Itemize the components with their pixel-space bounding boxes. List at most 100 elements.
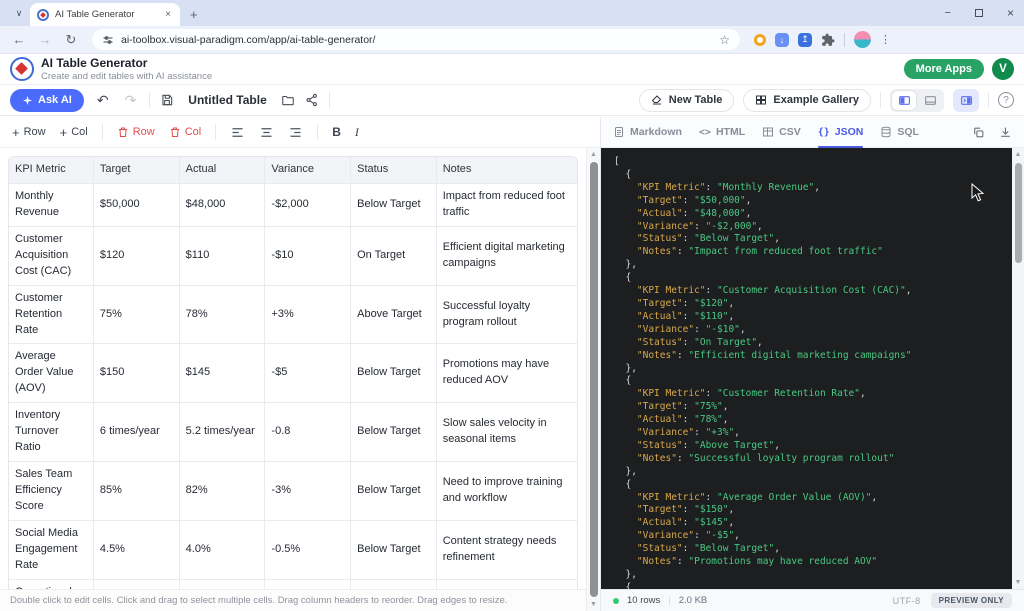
tab-sql[interactable]: SQL (880, 117, 919, 148)
scroll-down-icon[interactable]: ▼ (1015, 576, 1022, 589)
table-cell[interactable]: $110 (180, 227, 266, 286)
delete-row-button[interactable]: Row (117, 126, 155, 138)
table-cell[interactable]: Sales Team Efficiency Score (9, 462, 94, 521)
table-cell[interactable]: Average Order Value (AOV) (9, 344, 94, 403)
column-header[interactable]: KPI Metric (9, 157, 94, 184)
browser-tab[interactable]: AI Table Generator × (30, 3, 180, 26)
save-icon[interactable] (160, 93, 174, 107)
table-cell[interactable]: 90% (94, 580, 180, 589)
copy-icon[interactable] (972, 126, 985, 139)
redo-icon[interactable]: ↷ (122, 92, 140, 109)
document-title[interactable]: Untitled Table (188, 93, 266, 107)
table-cell[interactable]: 82% (180, 462, 266, 521)
table-cell[interactable]: -2% (265, 580, 351, 589)
table-cell[interactable]: 4.5% (94, 521, 180, 580)
ask-ai-button[interactable]: Ask AI (10, 89, 84, 112)
italic-button[interactable]: I (355, 125, 359, 140)
scroll-up-icon[interactable]: ▲ (590, 148, 597, 161)
table-cell[interactable]: Social Media Engagement Rate (9, 521, 94, 580)
table-cell[interactable]: -$2,000 (265, 184, 351, 227)
window-close-button[interactable]: × (1007, 6, 1014, 20)
table-cell[interactable]: $145 (180, 344, 266, 403)
extension-download-icon[interactable]: ↓ (775, 33, 789, 47)
table-cell[interactable]: +3% (265, 286, 351, 345)
table-cell[interactable]: 6 times/year (94, 403, 180, 462)
window-maximize-button[interactable] (975, 9, 983, 17)
forward-icon[interactable]: → (34, 32, 56, 47)
table-cell[interactable]: Above Target (351, 286, 437, 345)
table-cell[interactable]: Below Target (351, 462, 437, 521)
more-apps-button[interactable]: More Apps (904, 59, 984, 79)
align-left-icon[interactable] (230, 125, 245, 140)
table-cell[interactable]: -0.5% (265, 521, 351, 580)
add-row-button[interactable]: +Row (12, 125, 46, 140)
table-cell[interactable]: 75% (94, 286, 180, 345)
column-header[interactable]: Status (351, 157, 437, 184)
share-icon[interactable] (305, 93, 319, 107)
tab-search-chevron-icon[interactable]: ∨ (8, 2, 30, 24)
table-cell[interactable]: -$10 (265, 227, 351, 286)
kpi-table[interactable]: KPI MetricTargetActualVarianceStatusNote… (8, 156, 578, 589)
tab-close-icon[interactable]: × (163, 9, 173, 20)
new-table-button[interactable]: New Table (639, 89, 735, 112)
table-cell[interactable]: 4.0% (180, 521, 266, 580)
align-center-icon[interactable] (259, 125, 274, 140)
table-cell[interactable]: $120 (94, 227, 180, 286)
table-cell[interactable]: -0.8 (265, 403, 351, 462)
table-cell[interactable]: Below Target (351, 580, 437, 589)
site-settings-icon[interactable] (102, 34, 114, 46)
tab-csv[interactable]: CSV (762, 117, 801, 148)
column-header[interactable]: Target (94, 157, 180, 184)
table-cell[interactable]: Efficient digital marketing campaigns (437, 227, 577, 286)
table-cell[interactable]: Customer Retention Rate (9, 286, 94, 345)
table-scrollbar[interactable]: ▲ ▼ (586, 148, 600, 611)
split-horizontal-button[interactable] (918, 91, 942, 110)
scroll-down-icon[interactable]: ▼ (590, 598, 597, 611)
table-cell[interactable]: Operational Efficiency Score (9, 580, 94, 589)
align-right-icon[interactable] (288, 125, 303, 140)
column-header[interactable]: Actual (180, 157, 266, 184)
extension-ring-icon[interactable] (754, 34, 766, 46)
table-cell[interactable]: Slow sales velocity in seasonal items (437, 403, 577, 462)
browser-profile-avatar[interactable] (854, 31, 871, 48)
scrollbar-thumb[interactable] (1015, 163, 1022, 263)
url-text[interactable]: ai-toolbox.visual-paradigm.com/app/ai-ta… (121, 34, 712, 46)
scrollbar-thumb[interactable] (590, 162, 598, 597)
bookmark-star-icon[interactable]: ☆ (719, 33, 730, 47)
table-cell[interactable]: Inventory Turnover Ratio (9, 403, 94, 462)
undo-icon[interactable]: ↶ (94, 92, 112, 109)
user-avatar[interactable]: V (992, 58, 1014, 80)
window-minimize-button[interactable]: − (945, 7, 951, 19)
add-col-button[interactable]: +Col (60, 125, 88, 140)
table-cell[interactable]: Customer Acquisition Cost (CAC) (9, 227, 94, 286)
table-cell[interactable]: Successful loyalty program rollout (437, 286, 577, 345)
scroll-up-icon[interactable]: ▲ (1015, 148, 1022, 161)
open-folder-icon[interactable] (281, 93, 295, 107)
table-cell[interactable]: $50,000 (94, 184, 180, 227)
new-tab-button[interactable]: + (190, 7, 198, 22)
bold-button[interactable]: B (332, 125, 341, 139)
json-code[interactable]: [ { "KPI Metric": "Monthly Revenue", "Ta… (601, 148, 1012, 589)
column-header[interactable]: Notes (437, 157, 577, 184)
table-cell[interactable]: Content strategy needs refinement (437, 521, 577, 580)
table-cell[interactable]: $48,000 (180, 184, 266, 227)
table-cell[interactable]: Promotions may have reduced AOV (437, 344, 577, 403)
table-cell[interactable]: 78% (180, 286, 266, 345)
reload-icon[interactable]: ↻ (60, 32, 82, 48)
browser-menu-icon[interactable]: ⋮ (880, 33, 891, 46)
table-cell[interactable]: 5.2 times/year (180, 403, 266, 462)
table-cell[interactable]: On Target (351, 227, 437, 286)
table-cell[interactable]: $150 (94, 344, 180, 403)
extension-store-icon[interactable]: ↥ (798, 33, 812, 47)
panel-right-button[interactable] (953, 89, 979, 112)
table-cell[interactable]: 88% (180, 580, 266, 589)
table-cell[interactable]: Need to improve training and workflow (437, 462, 577, 521)
download-icon[interactable] (999, 126, 1012, 139)
extensions-puzzle-icon[interactable] (821, 33, 835, 47)
example-gallery-button[interactable]: Example Gallery (743, 89, 871, 112)
table-cell[interactable]: Impact from reduced foot traffic (437, 184, 577, 227)
table-cell[interactable]: Below Target (351, 521, 437, 580)
table-cell[interactable]: Below Target (351, 344, 437, 403)
help-icon[interactable]: ? (998, 92, 1014, 108)
tab-html[interactable]: <> HTML (699, 117, 745, 148)
